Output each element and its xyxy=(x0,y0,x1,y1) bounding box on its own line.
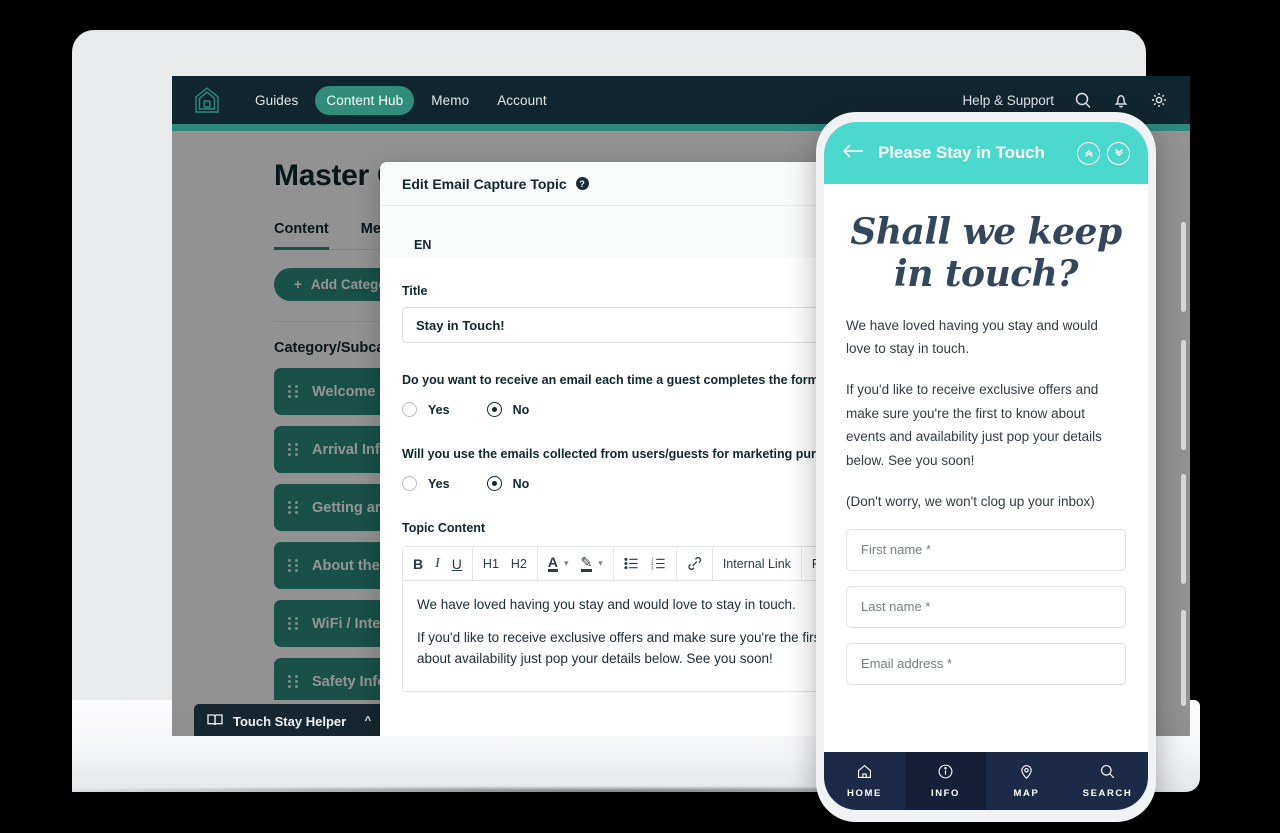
modal-title: Edit Email Capture Topic xyxy=(402,175,567,192)
gear-icon[interactable] xyxy=(1150,91,1168,109)
title-input-value: Stay in Touch! xyxy=(416,317,505,333)
toolbar-group-headings: H1 H2 xyxy=(473,547,538,580)
email-address-placeholder: Email address * xyxy=(861,656,953,672)
italic-icon[interactable]: I xyxy=(435,556,440,572)
chevron-down-icon[interactable]: ▾ xyxy=(564,558,569,569)
first-name-field[interactable]: First name * xyxy=(846,528,1126,571)
bold-icon[interactable]: B xyxy=(413,556,423,572)
phone-paragraph: (Don't worry, we won't clog up your inbo… xyxy=(846,494,1095,510)
internal-link-button[interactable]: Internal Link xyxy=(723,557,791,571)
phone-script-heading: Shall we keep in touch? xyxy=(850,211,1122,295)
bell-icon[interactable] xyxy=(1112,91,1130,109)
phone-header: Please Stay in Touch xyxy=(824,122,1148,184)
underline-icon[interactable]: U xyxy=(452,556,462,572)
phone-screen: Please Stay in Touch Shall we keep in to… xyxy=(824,122,1148,810)
tab-language-en[interactable]: EN xyxy=(402,238,443,258)
help-and-support-link[interactable]: Help & Support xyxy=(962,93,1054,108)
heading-1-button[interactable]: H1 xyxy=(483,557,499,571)
map-pin-icon xyxy=(1018,763,1035,783)
toolbar-group-format: B I U xyxy=(403,547,473,580)
last-name-field[interactable]: Last name * xyxy=(846,585,1126,628)
phone-mockup: Please Stay in Touch Shall we keep in to… xyxy=(816,112,1156,822)
radio-yes-q1[interactable] xyxy=(402,402,417,417)
first-name-placeholder: First name * xyxy=(861,542,932,558)
question-1-options: Yes No xyxy=(402,402,878,417)
search-icon xyxy=(1099,763,1116,783)
radio-no-q2-label: No xyxy=(512,476,530,491)
question-2-label: Will you use the emails collected from u… xyxy=(402,447,860,461)
toolbar-group-colors: A ▾ ✎ ▾ xyxy=(538,547,614,580)
nav-link-account[interactable]: Account xyxy=(486,86,557,115)
bullet-list-icon[interactable] xyxy=(624,557,639,570)
nav-tab-search[interactable]: SEARCH xyxy=(1067,752,1148,810)
chevron-down-circle-icon[interactable] xyxy=(1107,141,1130,165)
highlight-color-icon[interactable]: ✎ xyxy=(580,555,593,572)
svg-text:3: 3 xyxy=(651,565,654,570)
left-mask xyxy=(0,0,72,833)
chevron-up-circle-icon[interactable] xyxy=(1077,141,1100,165)
navbar-right: Help & Support xyxy=(962,91,1168,109)
navbar-links: Guides Content Hub Memo Account xyxy=(244,85,558,115)
touch-stay-helper-bar[interactable]: Touch Stay Helper ^ xyxy=(194,704,384,736)
toolbar-group-lists: 123 xyxy=(614,547,677,580)
radio-no-q1-label: No xyxy=(512,402,530,417)
scrollbar-thumb[interactable] xyxy=(1181,474,1186,584)
email-address-field[interactable]: Email address * xyxy=(846,642,1126,685)
scrollbar-thumb[interactable] xyxy=(1181,222,1186,312)
nav-tab-info-label: INFO xyxy=(930,788,961,799)
nav-tab-map[interactable]: MAP xyxy=(986,752,1067,810)
nav-tab-info[interactable]: INFO xyxy=(905,752,986,810)
info-icon xyxy=(937,763,954,783)
phone-paragraph: We have loved having you stay and would … xyxy=(846,317,1098,356)
toolbar-group-internal-link: Internal Link xyxy=(713,547,802,580)
radio-yes-q1-label: Yes xyxy=(428,402,450,417)
question-1-label: Do you want to receive an email each tim… xyxy=(402,373,827,387)
scrollbar-thumb[interactable] xyxy=(1181,610,1186,706)
title-field-label: Title xyxy=(402,284,428,298)
radio-no-q1[interactable] xyxy=(486,402,502,417)
heading-2-button[interactable]: H2 xyxy=(511,557,527,571)
nav-link-content-hub[interactable]: Content Hub xyxy=(315,85,415,115)
home-icon xyxy=(856,763,873,783)
arrow-left-icon[interactable] xyxy=(842,143,864,164)
radio-yes-q2-label: Yes xyxy=(428,476,450,491)
phone-paragraph: If you'd like to receive exclusive offer… xyxy=(846,382,1102,468)
book-icon xyxy=(207,713,223,730)
nav-tab-home[interactable]: HOME xyxy=(824,752,905,810)
nav-tab-map-label: MAP xyxy=(1013,788,1040,799)
text-color-icon[interactable]: A xyxy=(547,555,559,572)
nav-tab-search-label: SEARCH xyxy=(1082,788,1133,799)
nav-link-guides[interactable]: Guides xyxy=(244,86,309,115)
link-icon[interactable] xyxy=(687,556,702,571)
phone-content: Shall we keep in touch? We have loved ha… xyxy=(824,184,1148,746)
radio-yes-q2[interactable] xyxy=(402,476,417,491)
numbered-list-icon[interactable]: 123 xyxy=(651,557,666,570)
chevron-down-icon[interactable]: ▾ xyxy=(598,558,603,569)
phone-bottom-nav: HOME INFO MAP SEARCH xyxy=(824,752,1148,810)
search-icon[interactable] xyxy=(1074,91,1092,109)
last-name-placeholder: Last name * xyxy=(861,599,931,615)
nav-link-memo[interactable]: Memo xyxy=(420,86,480,115)
nav-tab-home-label: HOME xyxy=(847,788,882,799)
phone-header-title: Please Stay in Touch xyxy=(878,143,1045,162)
question-2-options: Yes No xyxy=(402,476,878,491)
question-mark-icon[interactable]: ? xyxy=(575,177,589,190)
modal-scrollbar[interactable] xyxy=(1181,162,1186,722)
house-outline-logo[interactable] xyxy=(194,86,220,114)
screenshot-stage: Guides Content Hub Memo Account Help & S… xyxy=(0,0,1280,833)
chevron-up-icon[interactable]: ^ xyxy=(365,715,371,727)
topic-content-label: Topic Content xyxy=(402,521,486,535)
title-input[interactable]: Stay in Touch! xyxy=(402,307,878,343)
scrollbar-thumb[interactable] xyxy=(1181,340,1186,450)
radio-no-q2[interactable] xyxy=(486,476,502,491)
helper-label: Touch Stay Helper xyxy=(233,713,347,729)
toolbar-group-link xyxy=(677,547,713,580)
right-mask xyxy=(1200,0,1280,833)
